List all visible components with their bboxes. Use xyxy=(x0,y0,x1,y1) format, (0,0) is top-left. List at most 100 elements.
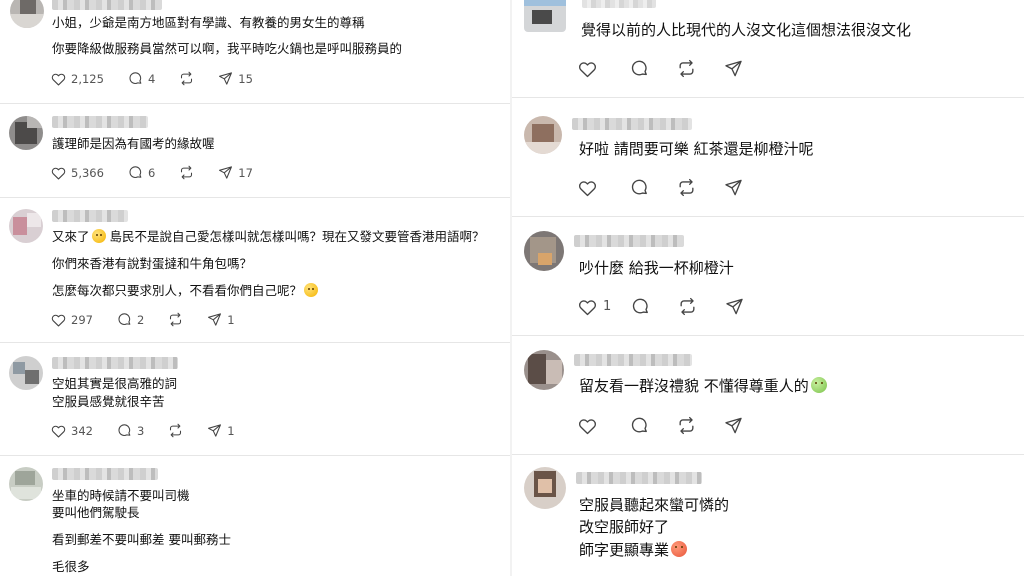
grinning-emoji-icon xyxy=(304,283,319,297)
like-button[interactable]: 5,366 xyxy=(51,166,104,180)
share-button[interactable]: 15 xyxy=(218,71,253,86)
reply-post: 覺得以前的人比現代的人沒文化這個想法很沒文化 xyxy=(512,0,1024,96)
username[interactable] xyxy=(52,468,158,480)
comment-button[interactable] xyxy=(630,59,649,78)
repost-button[interactable] xyxy=(168,423,183,438)
comment-bubble-icon xyxy=(129,72,142,84)
username[interactable] xyxy=(52,0,162,10)
action-bar: 342 3 1 xyxy=(51,423,235,438)
share-button[interactable] xyxy=(724,178,743,197)
heart-icon xyxy=(578,418,597,434)
avatar[interactable] xyxy=(10,0,44,28)
comment-bubble-icon xyxy=(631,179,647,195)
comment-button[interactable]: 6 xyxy=(128,165,155,180)
avatar[interactable] xyxy=(9,467,43,501)
comment-button[interactable]: 4 xyxy=(128,71,155,86)
repost-button[interactable] xyxy=(677,178,696,197)
repost-icon xyxy=(181,71,193,86)
comment-button[interactable]: 3 xyxy=(117,423,144,438)
share-button[interactable]: 1 xyxy=(207,423,235,438)
repost-button[interactable] xyxy=(179,165,194,180)
share-button[interactable] xyxy=(724,416,743,435)
like-count: 1 xyxy=(603,299,612,314)
repost-button[interactable] xyxy=(179,71,194,86)
username[interactable] xyxy=(52,116,148,128)
avatar[interactable] xyxy=(9,356,43,390)
share-button[interactable] xyxy=(724,59,743,78)
post-text-line: 好啦 請問要可樂 紅茶還是柳橙汁呢 xyxy=(579,140,814,158)
action-bar xyxy=(578,416,743,435)
repost-icon xyxy=(170,312,182,327)
username[interactable] xyxy=(574,235,684,247)
username[interactable] xyxy=(52,357,178,369)
username[interactable] xyxy=(52,210,128,222)
username[interactable] xyxy=(582,0,656,8)
comment-bubble-icon xyxy=(129,166,142,178)
comment-bubble-icon xyxy=(118,313,131,325)
avatar[interactable] xyxy=(524,350,564,390)
comment-button[interactable] xyxy=(630,416,649,435)
comment-bubble-icon xyxy=(633,298,649,314)
reply-post: 小姐，少爺是南方地區對有學識、有教養的男女生的尊稱 你要降級做服務員當然可以啊，… xyxy=(0,0,510,103)
action-bar: 2,125 4 15 xyxy=(51,71,253,86)
repost-icon xyxy=(680,297,695,316)
repost-button[interactable] xyxy=(678,297,697,316)
repost-button[interactable] xyxy=(168,312,183,327)
repost-icon xyxy=(679,178,694,197)
like-button[interactable] xyxy=(578,417,602,435)
repost-icon xyxy=(679,59,694,78)
avatar[interactable] xyxy=(524,467,566,509)
heart-icon xyxy=(578,61,597,77)
comment-button[interactable] xyxy=(631,297,650,316)
post-text-line: 你要降級做服務員當然可以啊，我平時吃火鍋也是呼叫服務員的 xyxy=(52,41,403,56)
reply-post: 吵什麼 給我一杯柳橙汁 1 xyxy=(512,217,1024,335)
repost-button[interactable] xyxy=(677,416,696,435)
reply-post: 留友看一群沒禮貌 不懂得尊重人的 xyxy=(512,336,1024,454)
username[interactable] xyxy=(572,118,692,130)
like-button[interactable]: 342 xyxy=(51,424,93,438)
share-count: 17 xyxy=(238,165,253,180)
comment-bubble-icon xyxy=(118,424,131,436)
avatar[interactable] xyxy=(9,116,43,150)
heart-icon xyxy=(578,180,597,196)
avatar[interactable] xyxy=(524,231,564,271)
share-count: 1 xyxy=(227,423,235,438)
left-thread-column: 小姐，少爺是南方地區對有學識、有教養的男女生的尊稱 你要降級做服務員當然可以啊，… xyxy=(0,0,510,576)
comment-count: 3 xyxy=(136,423,145,438)
like-button[interactable]: 2,125 xyxy=(51,72,104,86)
post-text: 島民不是說自己愛怎樣叫就怎樣叫嗎？現在又發文要管香港用語啊？ xyxy=(109,229,485,244)
action-bar xyxy=(578,59,743,78)
share-button[interactable] xyxy=(725,297,744,316)
post-text-line: 覺得以前的人比現代的人沒文化這個想法很沒文化 xyxy=(581,21,912,39)
like-count: 5,366 xyxy=(71,165,104,180)
share-button[interactable]: 1 xyxy=(207,312,235,327)
heart-icon xyxy=(51,73,66,85)
post-text-line: 毛很多 xyxy=(52,559,90,574)
avatar[interactable] xyxy=(9,209,43,243)
share-button[interactable]: 17 xyxy=(218,165,253,180)
avatar[interactable] xyxy=(524,0,566,32)
heart-icon xyxy=(51,314,66,326)
like-button[interactable]: 297 xyxy=(51,313,93,327)
username[interactable] xyxy=(576,472,702,484)
avatar[interactable] xyxy=(524,116,562,154)
comment-button[interactable] xyxy=(630,178,649,197)
repost-button[interactable] xyxy=(677,59,696,78)
post-text-line: 留友看一群沒禮貌 不懂得尊重人的 xyxy=(579,377,827,396)
comment-count: 6 xyxy=(147,165,156,180)
post-text-line: 護理師是因為有國考的緣故喔 xyxy=(52,136,215,151)
comment-button[interactable]: 2 xyxy=(117,312,144,327)
post-text-line: 空服員感覺就很辛苦 xyxy=(52,394,165,409)
repost-icon xyxy=(170,423,182,438)
reply-post: 空姐其實是很高雅的詞 空服員感覺就很辛苦 342 3 1 xyxy=(0,343,510,454)
like-button[interactable] xyxy=(578,60,602,78)
comment-count: 2 xyxy=(136,312,145,327)
like-button[interactable] xyxy=(578,179,602,197)
action-bar: 5,366 6 17 xyxy=(51,165,253,180)
username[interactable] xyxy=(574,354,692,366)
share-count: 15 xyxy=(238,71,253,86)
send-icon xyxy=(725,179,742,196)
like-button[interactable]: 1 xyxy=(578,298,611,316)
post-text: 留友看一群沒禮貌 不懂得尊重人的 xyxy=(579,377,809,395)
post-text-line: 又來了 島民不是說自己愛怎樣叫就怎樣叫嗎？現在又發文要管香港用語啊？ xyxy=(52,229,485,244)
